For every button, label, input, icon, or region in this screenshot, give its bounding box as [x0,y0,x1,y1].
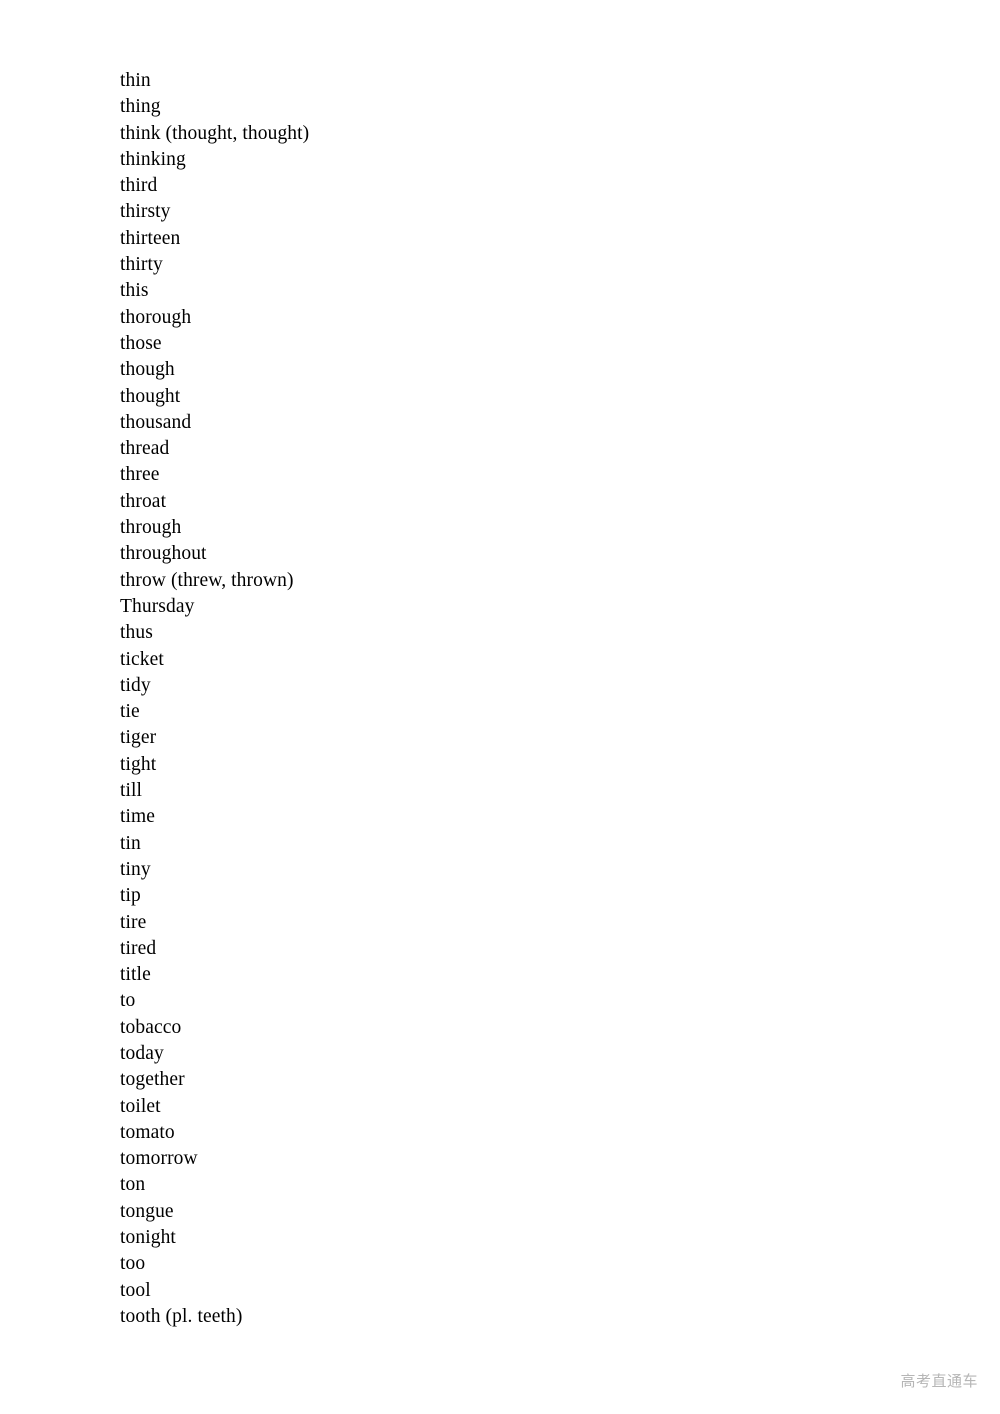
watermark: 高考直通车 [900,1372,978,1390]
vocabulary-word-list: thin thing think (thought, thought) thinkin… [120,68,880,1330]
word-list-item: throw (threw, thrown) [120,569,294,591]
word-list-item: thinking [120,148,186,170]
word-list-item: tiger [120,727,157,749]
word-list-item: thin [120,70,151,91]
document-page: thin thing think (thought, thought) thinkin… [0,0,1000,1414]
word-list-item: tongue [120,1200,174,1222]
word-list-item: tooth (pl. teeth) [120,1305,243,1327]
word-list-item: title [120,964,151,986]
word-list-item: tight [120,753,157,775]
word-list-item: thus [120,622,153,644]
word-list-item: three [120,464,160,486]
word-list-item: thorough [120,306,192,328]
word-list-item: tiny [120,858,151,880]
word-list-item: tobacco [120,1016,182,1038]
word-list-item: tired [120,937,157,959]
word-list-item: tidy [120,674,151,696]
word-list-item: tin [120,832,141,854]
word-list-item: think (thought, thought) [120,122,310,144]
word-list-item: this [120,280,149,302]
word-list-item: tip [120,885,141,907]
word-list-item: till [120,780,143,802]
word-list-item: tool [120,1279,151,1301]
word-list-item: thought [120,385,181,407]
word-list-item: thread [120,438,170,460]
word-list-item: though [120,359,175,381]
word-list-item: ticket [120,648,164,670]
word-list-item: throughout [120,543,207,565]
word-list-item: time [120,806,156,828]
word-list-item: to [120,990,136,1012]
word-list-item: those [120,332,162,354]
word-list-item: thing [120,96,161,118]
word-list-item: today [120,1042,164,1064]
word-list-item: thirty [120,254,163,276]
word-list-item: thirteen [120,227,181,249]
word-list-item: ton [120,1174,146,1196]
word-list-item: tomato [120,1121,175,1143]
word-list-item: thirsty [120,201,171,223]
word-list-item: Thursday [120,595,195,617]
word-list-item: through [120,517,182,539]
word-list-item: toilet [120,1095,161,1117]
word-list-item: too [120,1253,146,1275]
word-list-item: tomorrow [120,1148,198,1170]
word-list-item: tonight [120,1227,176,1249]
word-list-item: thousand [120,411,192,433]
word-list-item: tie [120,701,140,723]
word-list-item: throat [120,490,167,512]
word-list-item: tire [120,911,147,933]
word-list-item: together [120,1069,185,1091]
word-list-item: third [120,175,158,197]
